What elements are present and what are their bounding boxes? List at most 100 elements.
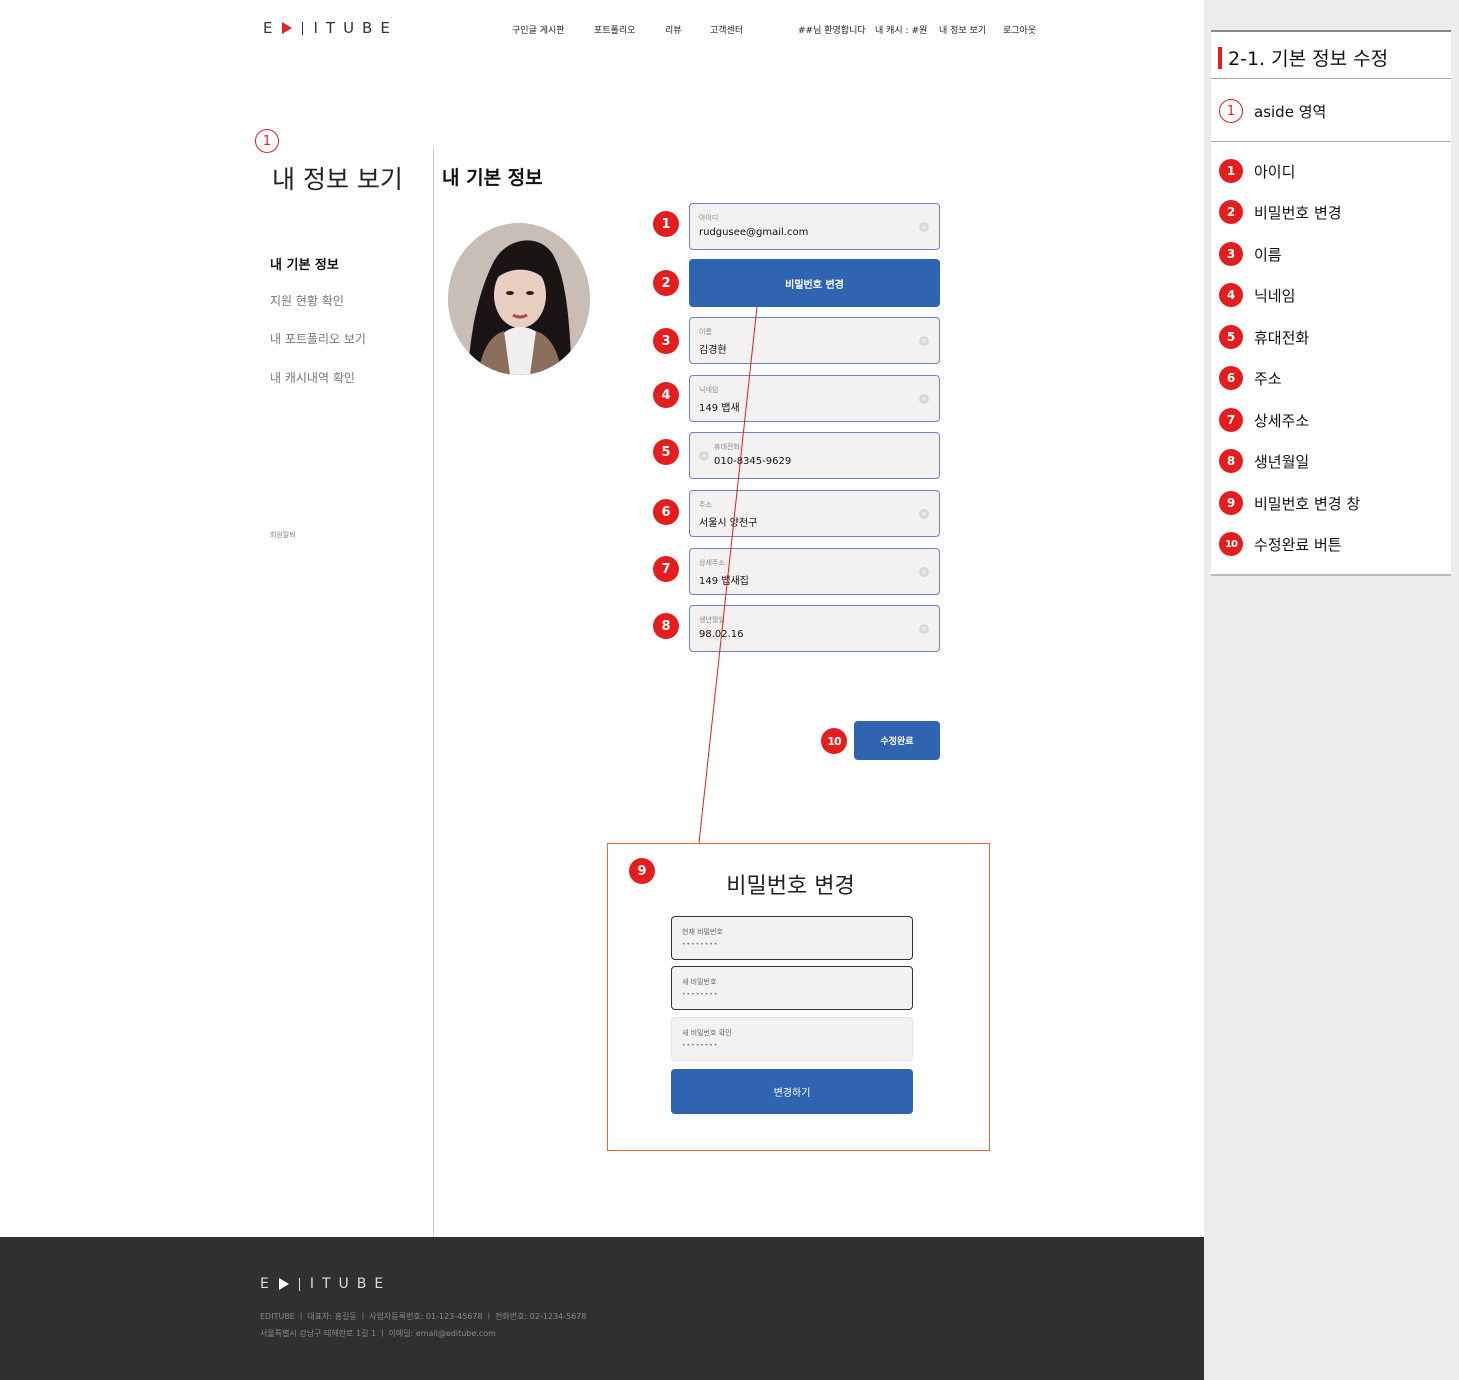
new-password-field[interactable]: 새 비밀번호 ••••••••: [671, 966, 913, 1010]
nav-customer-center[interactable]: 고객센터: [710, 23, 743, 36]
marker-3: 3: [653, 328, 679, 354]
aside-marker: 1: [255, 129, 279, 153]
id-field-value: rudgusee@gmail.com: [699, 227, 809, 238]
phone-field-label: 휴대전화: [714, 443, 740, 451]
clear-icon[interactable]: ×: [919, 624, 929, 634]
change-password-submit-button[interactable]: 변경하기: [671, 1069, 913, 1114]
annotation-item: 9 비밀번호 변경 창: [1219, 491, 1360, 515]
aside-item-cash-history[interactable]: 내 캐시내역 확인: [270, 369, 355, 386]
annotation-item: 1 아이디: [1219, 159, 1295, 183]
marker-6: 6: [653, 499, 679, 525]
clear-icon[interactable]: ×: [919, 336, 929, 346]
page-area: E ITUBE 구인글 게시판 포트폴리오 리뷰 고객센터 ##님 환영합니다 …: [0, 0, 1204, 1380]
annotation-label: 상세주소: [1254, 411, 1310, 430]
marker-2: 2: [653, 270, 679, 296]
current-password-label: 현재 비밀번호: [682, 928, 723, 936]
logo-text: ITUBE: [309, 1276, 392, 1292]
new-password-label: 새 비밀번호: [682, 978, 717, 986]
name-field[interactable]: 이름 김경현 ×: [689, 317, 940, 364]
withdraw-link[interactable]: 회원탈퇴: [270, 530, 296, 540]
name-field-value: 김경현: [699, 345, 727, 356]
marker-1: 1: [653, 211, 679, 237]
nav-job-board[interactable]: 구인글 게시판: [512, 23, 565, 36]
detail-address-field[interactable]: 상세주소 149 뱁새집 ×: [689, 548, 940, 595]
nav-review[interactable]: 리뷰: [665, 23, 682, 36]
annotation-panel: 2-1. 기본 정보 수정 1 aside 영역 1 아이디 2 비밀번호 변경…: [1204, 0, 1459, 1380]
phone-field[interactable]: 휴대전화 010-8345-9629 ×: [689, 432, 940, 479]
id-field[interactable]: 아이디 rudgusee@gmail.com ×: [689, 203, 940, 250]
marker-7: 7: [653, 556, 679, 582]
nickname-field-label: 닉네임: [699, 386, 719, 394]
aside-item-basic-info[interactable]: 내 기본 정보: [270, 254, 339, 273]
welcome-text: ##님 환영합니다: [798, 26, 866, 36]
detail-address-field-value: 149 뱁새집: [699, 576, 749, 587]
title-accent-bar: [1218, 46, 1222, 69]
nickname-field[interactable]: 닉네임 149 뱁새 ×: [689, 375, 940, 422]
annotation-badge: 4: [1219, 283, 1243, 307]
annotation-badge: 5: [1219, 325, 1243, 349]
annotation-label: 휴대전화: [1254, 328, 1310, 347]
header-logo[interactable]: E ITUBE: [263, 19, 398, 37]
confirm-password-label: 새 비밀번호 확인: [682, 1029, 732, 1037]
annotation-label: 수정완료 버튼: [1254, 535, 1342, 554]
annotation-label: 주소: [1254, 369, 1282, 388]
annotation-badge: 10: [1219, 532, 1243, 556]
annotation-label: 이름: [1254, 245, 1282, 264]
address-field[interactable]: 주소 서울시 양천구 ×: [689, 490, 940, 537]
annotation-label: aside 영역: [1254, 102, 1327, 121]
annotation-badge: 1: [1219, 99, 1243, 123]
annotation-badge: 2: [1219, 200, 1243, 224]
play-triangle-icon: [282, 22, 293, 34]
aside-title: 내 정보 보기: [272, 165, 403, 194]
nav-portfolio[interactable]: 포트폴리오: [594, 23, 635, 36]
page-title: 내 기본 정보: [442, 167, 543, 189]
annotation-label: 닉네임: [1254, 286, 1296, 305]
marker-5: 5: [653, 439, 679, 465]
clear-icon[interactable]: ×: [919, 394, 929, 404]
current-password-field[interactable]: 현재 비밀번호 ••••••••: [671, 916, 913, 960]
save-changes-button[interactable]: 수정완료: [854, 721, 940, 760]
aside-item-portfolio[interactable]: 내 포트폴리오 보기: [270, 330, 366, 347]
footer-company-info: EDITUBE ㅣ 대표자: 홍길동 ㅣ 사업자등록번호: 01-123-456…: [260, 1312, 587, 1321]
detail-address-field-label: 상세주소: [699, 559, 725, 567]
logout-link[interactable]: 로그아웃: [1003, 23, 1036, 36]
annotation-divider: [1211, 141, 1451, 142]
clear-icon[interactable]: ×: [699, 451, 709, 461]
confirm-password-value: ••••••••: [682, 1042, 719, 1049]
annotation-item: 2 비밀번호 변경: [1219, 200, 1342, 224]
birthdate-field[interactable]: 생년월일 98.02.16 ×: [689, 605, 940, 652]
my-info-link[interactable]: 내 정보 보기: [939, 23, 986, 36]
annotation-badge: 7: [1219, 408, 1243, 432]
annotation-card: 2-1. 기본 정보 수정 1 aside 영역 1 아이디 2 비밀번호 변경…: [1211, 30, 1451, 576]
annotation-label: 아이디: [1254, 162, 1296, 181]
annotation-label: 생년월일: [1254, 452, 1310, 471]
phone-field-value: 010-8345-9629: [714, 456, 792, 467]
annotation-label: 비밀번호 변경 창: [1254, 494, 1361, 513]
clear-icon[interactable]: ×: [919, 567, 929, 577]
nickname-field-value: 149 뱁새: [699, 403, 740, 414]
clear-icon[interactable]: ×: [919, 222, 929, 232]
annotation-label: 비밀번호 변경: [1254, 203, 1342, 222]
logo-letter: E: [260, 1276, 277, 1292]
annotation-item: 6 주소: [1219, 366, 1282, 390]
id-field-label: 아이디: [699, 214, 719, 222]
clear-icon[interactable]: ×: [919, 509, 929, 519]
annotation-aside: 1 aside 영역: [1219, 99, 1326, 123]
footer-logo[interactable]: E ITUBE: [260, 1276, 391, 1292]
footer-address-info: 서울특별시 강남구 테헤란로 1길 1 ㅣ 이메일: email@editube…: [260, 1329, 496, 1338]
logo-letter: E: [263, 19, 281, 37]
annotation-item: 10 수정완료 버튼: [1219, 532, 1342, 556]
confirm-password-field[interactable]: 새 비밀번호 확인 ••••••••: [671, 1017, 913, 1061]
annotation-item: 3 이름: [1219, 242, 1282, 266]
annotation-title-text: 2-1. 기본 정보 수정: [1228, 48, 1389, 70]
footer: E ITUBE EDITUBE ㅣ 대표자: 홍길동 ㅣ 사업자등록번호: 01…: [0, 1237, 1204, 1380]
aside-item-application-status[interactable]: 지원 현황 확인: [270, 292, 344, 309]
profile-avatar[interactable]: [448, 223, 590, 375]
password-change-button[interactable]: 비밀번호 변경: [689, 259, 940, 307]
logo-bar: [302, 21, 304, 35]
cash-link[interactable]: 내 캐시 : #원: [875, 23, 927, 36]
birthdate-field-value: 98.02.16: [699, 629, 744, 640]
annotation-badge: 1: [1219, 159, 1243, 183]
profile-photo: [448, 223, 590, 375]
address-field-label: 주소: [699, 501, 712, 509]
